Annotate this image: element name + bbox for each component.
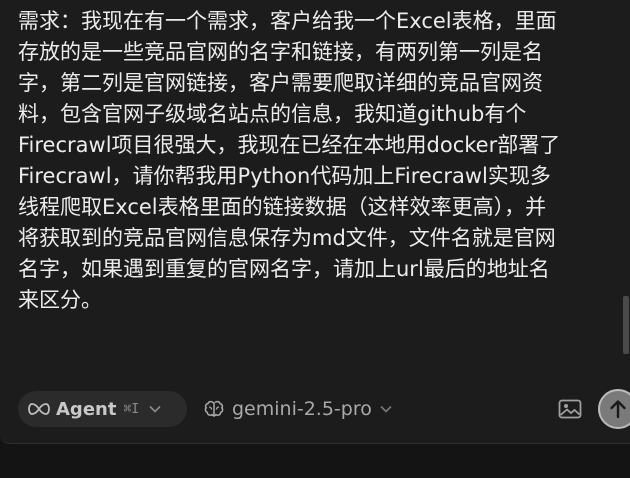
chevron-down-icon: [380, 405, 392, 413]
agent-shortcut-label: ⌘I: [123, 401, 140, 417]
prompt-input[interactable]: 需求：我现在有一个需求，客户给我一个Excel表格，里面 存放的是一些竞品官网的…: [18, 6, 630, 362]
arrow-up-icon: [609, 399, 627, 419]
infinity-icon: [28, 402, 50, 416]
model-label: gemini-2.5-pro: [232, 398, 372, 420]
chat-input-panel: 需求：我现在有一个需求，客户给我一个Excel表格，里面 存放的是一些竞品官网的…: [0, 0, 630, 444]
chevron-down-icon: [149, 405, 161, 413]
input-toolbar: Agent ⌘I gemini-2.5-pro: [18, 389, 630, 429]
image-icon[interactable]: [558, 399, 582, 419]
send-button[interactable]: [598, 389, 630, 429]
scrollbar-thumb[interactable]: [623, 296, 629, 354]
agent-mode-button[interactable]: Agent ⌘I: [18, 391, 187, 427]
model-selector-button[interactable]: gemini-2.5-pro: [204, 391, 392, 427]
brain-icon: [204, 400, 224, 418]
agent-mode-label: Agent: [56, 398, 117, 420]
